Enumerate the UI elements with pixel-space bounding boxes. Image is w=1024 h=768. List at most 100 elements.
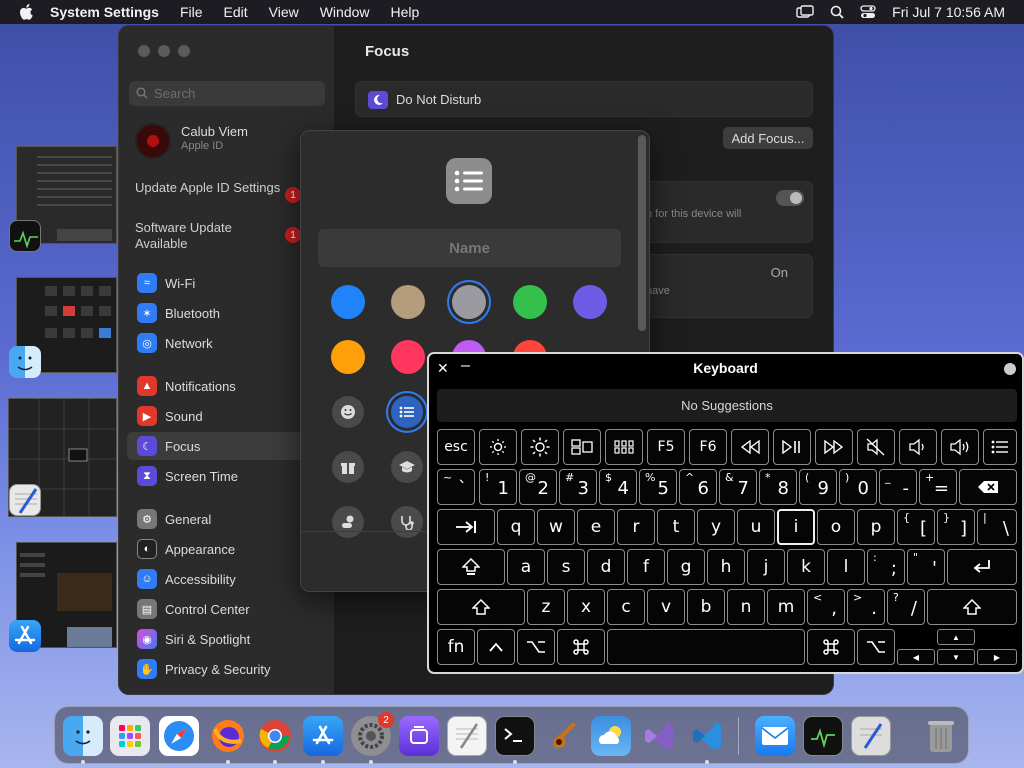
key-4[interactable]: $4 — [599, 469, 637, 505]
sidebar-item-network[interactable]: ◎ Network — [127, 329, 327, 357]
shift-right-icon[interactable] — [927, 589, 1017, 625]
key-9[interactable]: (9 — [799, 469, 837, 505]
arrow-right-icon[interactable]: ▶ — [977, 649, 1017, 665]
key-f5[interactable]: F5 — [647, 429, 685, 465]
key-5[interactable]: % 5 — [639, 469, 677, 505]
list-glyph-icon[interactable] — [391, 396, 423, 428]
close-window-button[interactable] — [138, 45, 150, 57]
menu-file[interactable]: File — [180, 4, 203, 20]
key-i[interactable]: i — [777, 509, 815, 545]
textedit-minimized-icon[interactable] — [851, 716, 891, 756]
sidebar-item-siri-spotlight[interactable]: ◉ Siri & Spotlight — [127, 625, 327, 653]
key-z[interactable]: z — [527, 589, 565, 625]
color-swatch-gray[interactable] — [452, 285, 486, 319]
key-backslash[interactable]: | \ — [977, 509, 1017, 545]
sidebar-item-notifications[interactable]: ▲ Notifications — [127, 372, 327, 400]
key-s[interactable]: s — [547, 549, 585, 585]
color-swatch-tan[interactable] — [391, 285, 425, 319]
key-q[interactable]: q — [497, 509, 535, 545]
color-swatch-pink[interactable] — [391, 340, 425, 374]
options-icon[interactable] — [1004, 363, 1016, 375]
key-x[interactable]: x — [567, 589, 605, 625]
option-icon[interactable] — [517, 629, 555, 665]
key-2[interactable]: @2 — [519, 469, 557, 505]
zoom-window-button[interactable] — [178, 45, 190, 57]
sidebar-item-privacy-security[interactable]: ✋ Privacy & Security — [127, 655, 327, 683]
gift-glyph-icon[interactable] — [332, 451, 364, 483]
arrow-down-icon[interactable]: ▼ — [937, 649, 975, 665]
spotlight-search-icon[interactable] — [830, 5, 844, 19]
key-6[interactable]: ^ 6 — [679, 469, 717, 505]
sidebar-item-focus[interactable]: ☾ Focus — [127, 432, 327, 460]
rewind-icon[interactable] — [731, 429, 769, 465]
sidebar-item-wifi[interactable]: ≈ Wi-Fi — [127, 269, 327, 297]
screen-mirror-icon[interactable] — [796, 5, 814, 19]
visual-studio-icon[interactable] — [639, 716, 679, 756]
key-j[interactable]: j — [747, 549, 785, 585]
key-3[interactable]: #3 — [559, 469, 597, 505]
app-store-icon[interactable] — [303, 716, 343, 756]
color-swatch-orange[interactable] — [331, 340, 365, 374]
focus-sharing-toggle[interactable] — [776, 190, 804, 206]
key-space[interactable] — [607, 629, 805, 665]
app-store-icon[interactable] — [9, 620, 41, 652]
command-icon[interactable] — [557, 629, 605, 665]
account-avatar[interactable] — [135, 123, 171, 159]
control-center-icon[interactable] — [860, 5, 876, 19]
key-backtick[interactable]: ~ ` — [437, 469, 475, 505]
play-pause-icon[interactable] — [773, 429, 811, 465]
account-name[interactable]: Calub Viem — [181, 124, 248, 139]
minimize-window-button[interactable] — [158, 45, 170, 57]
key-period[interactable]: >. — [847, 589, 885, 625]
list-icon[interactable] — [983, 429, 1017, 465]
key-u[interactable]: u — [737, 509, 775, 545]
mail-icon[interactable] — [755, 716, 795, 756]
caps-lock-icon[interactable] — [437, 549, 505, 585]
finder-icon[interactable] — [9, 346, 41, 378]
key-l[interactable]: l — [827, 549, 865, 585]
key-k[interactable]: k — [787, 549, 825, 585]
key-m[interactable]: m — [767, 589, 805, 625]
key-fn[interactable]: fn — [437, 629, 475, 665]
color-swatch-blue[interactable] — [331, 285, 365, 319]
key-c[interactable]: c — [607, 589, 645, 625]
add-focus-button[interactable]: Add Focus... — [723, 127, 813, 149]
menu-view[interactable]: View — [269, 4, 299, 20]
sidebar-item-sound[interactable]: ▶ Sound — [127, 402, 327, 430]
safari-icon[interactable] — [159, 716, 199, 756]
key-0[interactable]: ) 0 — [839, 469, 877, 505]
activity-monitor-icon[interactable] — [9, 220, 41, 252]
garageband-icon[interactable] — [543, 716, 583, 756]
terminal-icon[interactable] — [495, 716, 535, 756]
smiley-glyph-icon[interactable] — [332, 396, 364, 428]
key-t[interactable]: t — [657, 509, 695, 545]
sidebar-item-general[interactable]: ⚙ General — [127, 505, 327, 533]
key-esc[interactable]: esc — [437, 429, 475, 465]
key-n[interactable]: n — [727, 589, 765, 625]
key-b[interactable]: b — [687, 589, 725, 625]
apple-menu-icon[interactable] — [16, 2, 36, 22]
activity-monitor-icon[interactable] — [803, 716, 843, 756]
search-field[interactable]: Search — [129, 81, 325, 106]
menu-clock[interactable]: Fri Jul 7 10:56 AM — [892, 4, 1005, 20]
key-8[interactable]: * 8 — [759, 469, 797, 505]
command-right-icon[interactable] — [807, 629, 855, 665]
key-e[interactable]: e — [577, 509, 615, 545]
key-equals[interactable]: + = — [919, 469, 957, 505]
return-icon[interactable] — [947, 549, 1017, 585]
arrow-up-icon[interactable]: ▲ — [937, 629, 975, 645]
control-icon[interactable] — [477, 629, 515, 665]
trash-icon[interactable] — [921, 716, 961, 756]
podcast-like-app-icon[interactable] — [399, 716, 439, 756]
sidebar-item-appearance[interactable]: ◐ Appearance — [127, 535, 327, 563]
key-semicolon[interactable]: :; — [867, 549, 905, 585]
graduation-cap-glyph-icon[interactable] — [391, 451, 423, 483]
chrome-icon[interactable] — [255, 716, 295, 756]
key-f[interactable]: f — [627, 549, 665, 585]
key-7[interactable]: & 7 — [719, 469, 757, 505]
brightness-down-icon[interactable] — [479, 429, 517, 465]
key-o[interactable]: o — [817, 509, 855, 545]
sidebar-item-control-center[interactable]: ▤ Control Center — [127, 595, 327, 623]
volume-down-icon[interactable] — [899, 429, 937, 465]
focus-status-panel[interactable]: On have — [639, 254, 813, 318]
